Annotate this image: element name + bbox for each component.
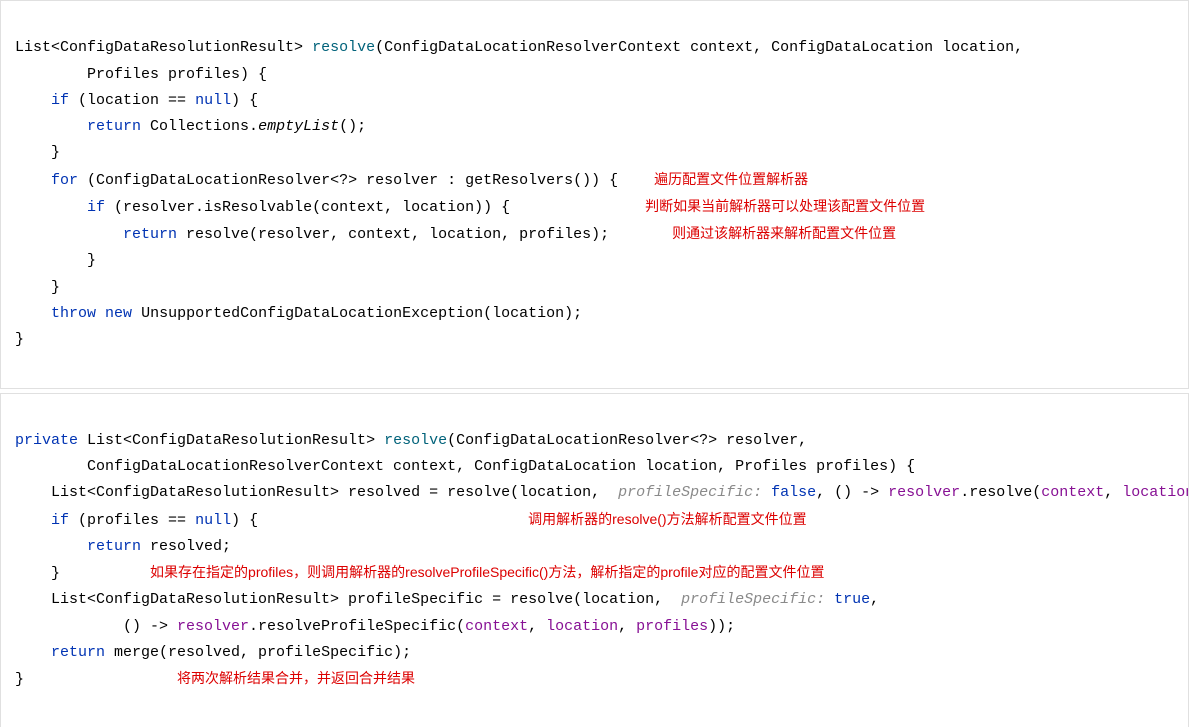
annotation-5: 如果存在指定的profiles，则调用解析器的resolveProfileSpe… [150,564,824,580]
annotation-2: 判断如果当前解析器可以处理该配置文件位置 [645,198,925,214]
annotation-1: 遍历配置文件位置解析器 [654,171,808,187]
code-content-1: List<ConfigDataResolutionResult> resolve… [15,35,1174,353]
annotation-6: 将两次解析结果合并，并返回合并结果 [177,670,415,686]
annotation-3: 则通过该解析器来解析配置文件位置 [672,225,896,241]
code-content-2: private List<ConfigDataResolutionResult>… [15,428,1174,694]
annotation-4: 调用解析器的resolve()方法解析配置文件位置 [528,511,806,527]
code-block-1: List<ConfigDataResolutionResult> resolve… [0,0,1189,389]
code-block-2: private List<ConfigDataResolutionResult>… [0,393,1189,727]
